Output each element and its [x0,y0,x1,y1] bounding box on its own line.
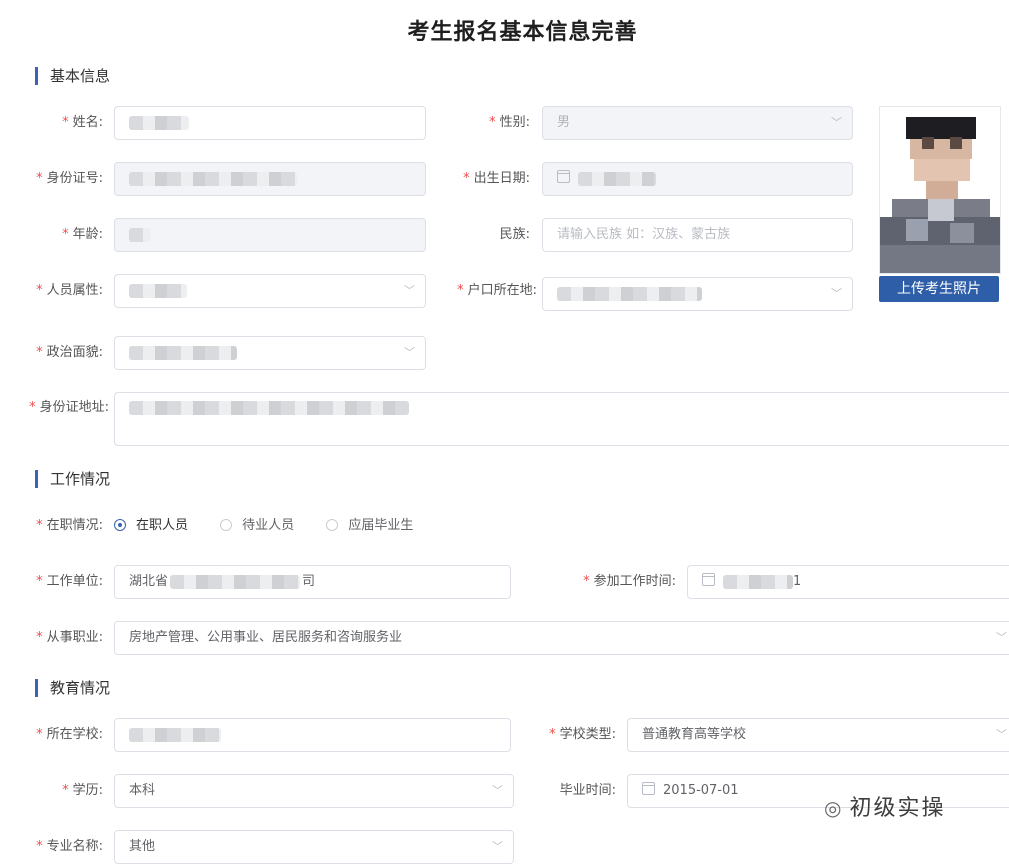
political-status-label: * 政治面貌: [36,345,103,360]
id-address-textarea[interactable] [114,392,1009,446]
name-label: * 姓名: [62,115,103,130]
chevron-down-icon: ﹀ [404,284,415,297]
ethnicity-label: 民族: [499,227,530,242]
school-label: * 所在学校: [36,727,103,742]
gender-label: * 性别: [489,115,530,130]
redacted-text [129,283,187,298]
redacted-text [129,227,151,242]
redacted-text [129,727,221,742]
pixelated-portrait-image [880,107,1000,273]
industry-select[interactable]: 房地产管理、公用事业、居民服务和咨询服务业 ﹀ [114,621,1009,655]
employment-status-label: * 在职情况: [36,518,103,533]
redacted-text [578,171,656,186]
person-type-select[interactable]: ﹀ [114,274,426,308]
industry-label: * 从事职业: [36,630,103,645]
radio-option-unemployed[interactable]: 待业人员 [220,518,294,533]
redacted-text [129,400,409,415]
id-number-label: * 身份证号: [36,171,103,186]
school-input[interactable] [114,718,511,752]
redacted-text [170,574,301,589]
calendar-icon [557,170,570,183]
upload-photo-button[interactable]: 上传考生照片 [879,276,999,302]
radio-option-graduate[interactable]: 应届毕业生 [326,518,413,533]
ethnicity-input[interactable]: 请输入民族 如：汉族、蒙古族 [542,218,853,252]
school-type-select[interactable]: 普通教育高等学校 ﹀ [627,718,1009,752]
birth-date-label: * 出生日期: [463,171,530,186]
hukou-select[interactable]: ﹀ [542,277,853,311]
calendar-icon [702,573,715,586]
political-status-select[interactable]: ﹀ [114,336,426,370]
watermark: ◎ 初级实操 [824,796,946,821]
age-label: * 年龄: [62,227,103,242]
employer-label: * 工作单位: [36,574,103,589]
birth-date-picker[interactable] [542,162,853,196]
chevron-down-icon: ﹀ [831,287,842,300]
chevron-down-icon: ﹀ [492,784,503,797]
redacted-text [557,286,702,301]
redacted-text [129,115,189,130]
radio-option-employed[interactable]: 在职人员 [114,518,188,533]
school-type-label: * 学校类型: [549,727,616,742]
chevron-down-icon: ﹀ [996,728,1007,741]
graduation-date-label: 毕业时间: [559,783,616,798]
section-education: 教育情况 [35,679,110,697]
page-title: 考生报名基本信息完善 [407,20,638,45]
major-select[interactable]: 其他 ﹀ [114,830,514,864]
chevron-down-icon: ﹀ [996,631,1007,644]
redacted-text [129,171,297,186]
id-number-input[interactable] [114,162,426,196]
degree-select[interactable]: 本科 ﹀ [114,774,514,808]
chevron-down-icon: ﹀ [831,116,842,129]
chevron-down-icon: ﹀ [404,346,415,359]
hukou-label: * 户口所在地: [457,283,537,298]
radio-unchecked-icon [326,519,339,531]
candidate-photo [879,106,1001,274]
employer-input[interactable]: 湖北省司 [114,565,511,599]
chevron-down-icon: ﹀ [492,840,503,853]
radio-unchecked-icon [220,519,233,531]
name-input[interactable] [114,106,426,140]
degree-label: * 学历: [62,783,103,798]
work-start-date-picker[interactable]: 1 [687,565,1009,599]
id-address-label: * 身份证地址: [29,400,109,415]
section-basic-info: 基本信息 [35,67,110,85]
major-label: * 专业名称: [36,839,103,854]
person-type-label: * 人员属性: [36,283,103,298]
work-start-label: * 参加工作时间: [583,574,676,589]
gender-select[interactable]: 男 ﹀ [542,106,853,140]
wechat-icon: ◎ [824,796,844,820]
calendar-icon [642,782,655,795]
age-input[interactable] [114,218,426,252]
employment-status-radio-group: 在职人员 待业人员 应届毕业生 [114,509,413,543]
graduation-date-picker[interactable]: 2015-07-01 [627,774,1009,808]
redacted-text [723,574,793,589]
redacted-text [129,345,237,360]
section-work-status: 工作情况 [35,470,110,488]
radio-checked-icon [114,519,126,531]
